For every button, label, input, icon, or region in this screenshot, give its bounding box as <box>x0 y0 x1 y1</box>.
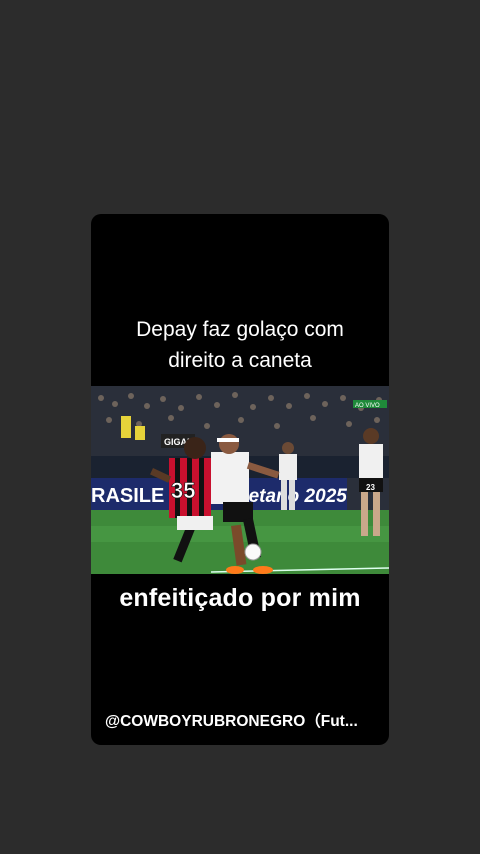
headline-line-1: Depay faz golaço com <box>136 318 344 341</box>
defender-jersey-number: 35 <box>171 478 195 503</box>
attribution-handle[interactable]: @COWBOYRUBRONEGRO（Fut... <box>105 709 379 731</box>
video-headline: Depay faz golaço com direito a caneta <box>91 314 389 376</box>
video-caption: enfeitiçado por mim <box>119 584 361 612</box>
player-back-number: 23 <box>366 483 375 492</box>
soccer-ball <box>244 543 262 561</box>
steward-vest-2 <box>135 426 145 440</box>
headline-line-2: direito a caneta <box>168 349 312 372</box>
video-card[interactable]: Depay faz golaço com direito a caneta GI… <box>91 214 389 745</box>
video-frame[interactable]: GIGAN AO VIVO RASILE betano 2025 23 35 <box>91 386 389 574</box>
broadcast-badge-text: AO VIVO <box>355 403 380 409</box>
video-scene: GIGAN AO VIVO RASILE betano 2025 23 35 <box>91 386 389 574</box>
steward-vest <box>121 416 131 438</box>
ad-board-left-text: RASILE <box>91 485 164 507</box>
